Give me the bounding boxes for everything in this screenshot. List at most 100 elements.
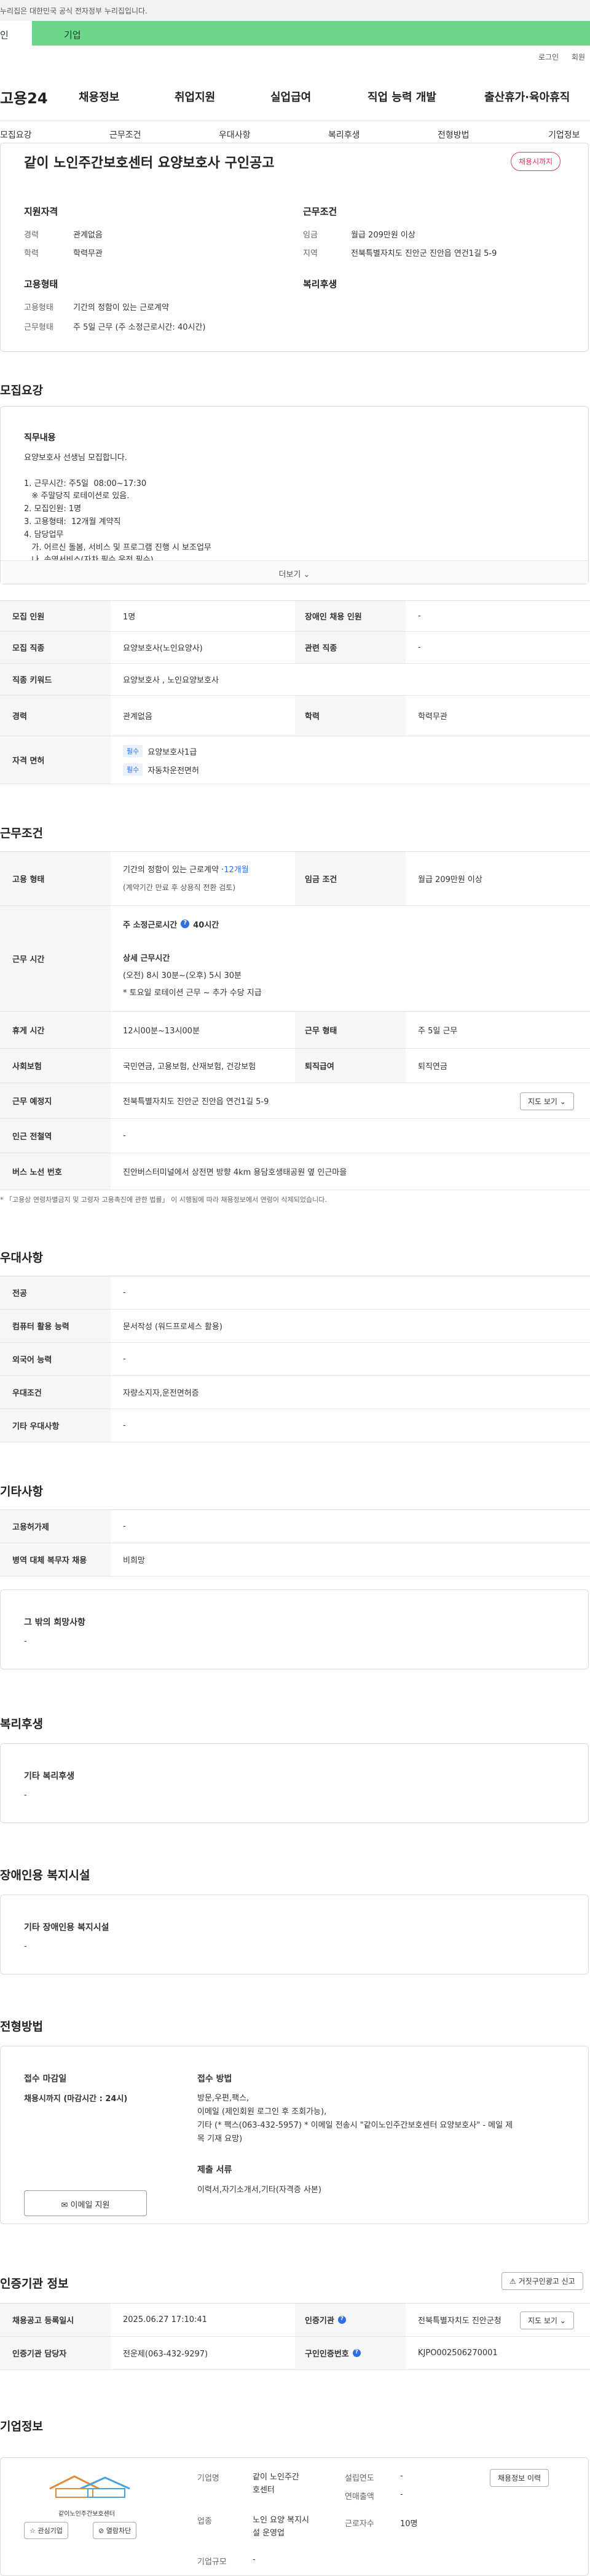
disability-box: 기타 장애인용 복지시설 - <box>0 1894 589 1974</box>
job-keyword-header: 직종 키워드 <box>0 664 111 695</box>
block-view-button[interactable]: ⊘ 열람차단 <box>93 2522 137 2539</box>
contract-length: 12개월 <box>224 865 249 875</box>
docs-value: 이력서,자기소개서,기타(자격증 사본) <box>197 2185 321 2195</box>
work-wage-value: 월급 209만원 이상 <box>351 231 415 240</box>
insurance-value: 국민연금, 고용보험, 산재보험, 건강보험 <box>123 1062 256 1071</box>
employment-type-note: (계약기간 만료 후 상용직 전환 검토) <box>123 883 235 892</box>
table-row: 사회보험 국민연금, 고용보험, 산재보험, 건강보험 퇴직급여 퇴직연금 <box>0 1049 590 1083</box>
welfare-heading: 복리후생 <box>303 279 337 290</box>
employment-type-value: 기간의 정함이 있는 근로계약 · <box>123 865 224 875</box>
company-logo-icon <box>49 2475 130 2498</box>
workplace-value: 전북특별자치도 진안군 진안읍 연건1길 5-9 <box>123 1097 269 1107</box>
employment-heading: 고용형태 <box>24 279 58 290</box>
deadline-badge: 채용시까지 <box>511 152 561 171</box>
weekly-hours-value: 40시간 <box>193 920 219 930</box>
job-type-header: 모집 직종 <box>0 632 111 663</box>
other-wishes-value: - <box>24 1637 27 1646</box>
table-row: 모집 인원 1명 장애인 채용 인원 - <box>0 601 590 632</box>
email-apply-button[interactable]: ✉ 이메일 지원 <box>24 2190 147 2216</box>
recruit-count-value: 1명 <box>123 613 136 622</box>
language-value: - <box>123 1354 126 1364</box>
disability-value: - <box>24 1942 27 1951</box>
recruit-count-header: 모집 인원 <box>0 601 111 631</box>
conditions-table: 고용 형태 기간의 정함이 있는 근로계약 · 12개월 (계약기간 만료 후 … <box>0 851 590 1190</box>
info-icon[interactable]: ? <box>352 2349 361 2357</box>
job-type-value: 요양보호사(노인요양사) <box>123 644 203 653</box>
auth-map-button[interactable]: 지도 보기 ⌄ <box>520 2312 574 2329</box>
posted-at-header: 채용공고 등록일시 <box>0 2304 111 2336</box>
table-row: 병역 대체 복무자 채용 비희망 <box>0 1543 590 1576</box>
emp-type-key: 고용형태 <box>24 303 53 312</box>
deadline-value: 채용시까지 (마감시간 : 24시) <box>24 2094 128 2104</box>
map-view-button[interactable]: 지도 보기 ⌄ <box>520 1092 574 1110</box>
auth-org-header: 인증기관 ? <box>295 2304 406 2336</box>
auth-org-label: 인증기관 <box>305 2316 334 2326</box>
education-value: 학력무관 <box>418 712 447 722</box>
license-1: 필수 요양보호사1급 <box>123 744 197 758</box>
anchor-preference[interactable]: 우대사항 <box>219 129 251 141</box>
welfare-box: 기타 복리후생 - <box>0 1743 589 1823</box>
nearby-station-header: 인근 전철역 <box>0 1119 111 1153</box>
more-button[interactable]: 더보기 ⌄ <box>1 560 588 584</box>
table-row: 근무 시간 주 소정근로시간 ? 40시간 상세 근무시간 (오전) 8시 30… <box>0 906 590 1012</box>
section-disability-title: 장애인용 복지시설 <box>0 1869 90 1882</box>
qual-career-key: 경력 <box>24 231 39 240</box>
favorite-company-button[interactable]: ☆ 관심기업 <box>24 2522 68 2539</box>
work-form-header: 근무 형태 <box>295 1012 406 1048</box>
gnb-jobs[interactable]: 채용정보 <box>79 89 119 105</box>
education-header: 학력 <box>295 696 406 736</box>
wage-header: 임금 조건 <box>295 852 406 905</box>
company-size-key: 기업규모 <box>197 2558 227 2567</box>
gnb-unemployment-benefit[interactable]: 실업급여 <box>270 89 311 105</box>
age-discrimination-note: * 「고용상 연령차별금지 및 고령자 고용촉진에 관한 법률」 이 시행됨에 … <box>0 1196 327 1204</box>
anchor-conditions[interactable]: 근무조건 <box>109 129 141 141</box>
required-pill: 필수 <box>123 763 143 776</box>
site-logo[interactable]: 고용24 <box>0 86 48 108</box>
anchor-welfare[interactable]: 복리후생 <box>328 129 360 141</box>
other-wishes-label: 그 밖의 희망사항 <box>24 1618 85 1628</box>
job-title: 같이 노인주간보호센터 요양보호사 구인공고 <box>24 156 275 171</box>
military-service-header: 병역 대체 복무자 채용 <box>0 1543 111 1576</box>
method-label: 접수 방법 <box>197 2074 232 2084</box>
gnb-parental-leave[interactable]: 출산휴가·육아휴직 <box>484 89 570 105</box>
section-preference-title: 우대사항 <box>0 1251 43 1265</box>
required-pill: 필수 <box>123 745 143 757</box>
report-icon: ⚠ <box>509 2277 519 2286</box>
founded-key: 설립연도 <box>345 2474 374 2483</box>
report-false-ad-button[interactable]: ⚠ 거짓구인광고 신고 <box>502 2272 583 2290</box>
login-link[interactable]: 로그인 <box>538 52 559 62</box>
gnb-skills[interactable]: 직업 능력 개발 <box>368 89 436 105</box>
table-row: 컴퓨터 활용 능력 문서작성 (워드프로세스 활용) <box>0 1310 590 1343</box>
retirement-value: 퇴직연금 <box>418 1062 447 1071</box>
job-description-card: 직무내용 요양보호사 선생님 모집합니다. 1. 근무시간: 주5일 08:00… <box>0 406 589 584</box>
section-anchor-nav: 모집요강 근무조건 우대사항 복리후생 전형방법 기업정보 <box>0 121 590 145</box>
anchor-company[interactable]: 기업정보 <box>548 129 580 141</box>
employees-key: 근로자수 <box>345 2519 374 2529</box>
qualification-heading: 지원자격 <box>24 206 58 217</box>
anchor-selection[interactable]: 전형방법 <box>438 129 470 141</box>
disabled-count-header: 장애인 채용 인원 <box>295 601 406 631</box>
section-company-title: 기업정보 <box>0 2420 43 2433</box>
job-description-text: 요양보호사 선생님 모집합니다. 1. 근무시간: 주5일 08:00~17:3… <box>24 453 211 565</box>
info-icon[interactable]: ? <box>181 920 190 928</box>
signup-link[interactable]: 회원 <box>572 52 585 62</box>
tab-personal[interactable]: 인 <box>0 21 32 46</box>
etc-table: 고용허가제 - 병역 대체 복무자 채용 비희망 <box>0 1509 590 1576</box>
detail-hours-label: 상세 근무시간 <box>123 953 170 963</box>
disability-label: 기타 장애인용 복지시설 <box>24 1923 109 1933</box>
detail-hours-value: (오전) 8시 30분~(오후) 5시 30분 <box>123 971 242 980</box>
utility-links: 로그인 회원 <box>0 49 590 63</box>
other-preference-header: 기타 우대사항 <box>0 1409 111 1442</box>
other-wishes-box: 그 밖의 희망사항 - <box>0 1589 589 1669</box>
insurance-header: 사회보험 <box>0 1049 111 1083</box>
anchor-recruit[interactable]: 모집요강 <box>0 129 32 141</box>
company-card: 같이노인주간보호센터 ☆ 관심기업 ⊘ 열람차단 기업명 같이 노인주간 호센터… <box>0 2457 589 2576</box>
info-icon[interactable]: ? <box>337 2316 346 2324</box>
emp-schedule-value: 주 5일 근무 (주 소정근로시간: 40시간) <box>73 323 206 332</box>
sales-value: - <box>400 2490 403 2499</box>
auth-number-header: 구인인증번호 ? <box>295 2337 406 2369</box>
hiring-history-button[interactable]: 채용정보 이력 <box>490 2469 549 2487</box>
gnb-employment-support[interactable]: 취업지원 <box>175 89 215 105</box>
docs-label: 제출 서류 <box>197 2165 232 2175</box>
tab-company[interactable]: 기업 <box>64 28 81 41</box>
